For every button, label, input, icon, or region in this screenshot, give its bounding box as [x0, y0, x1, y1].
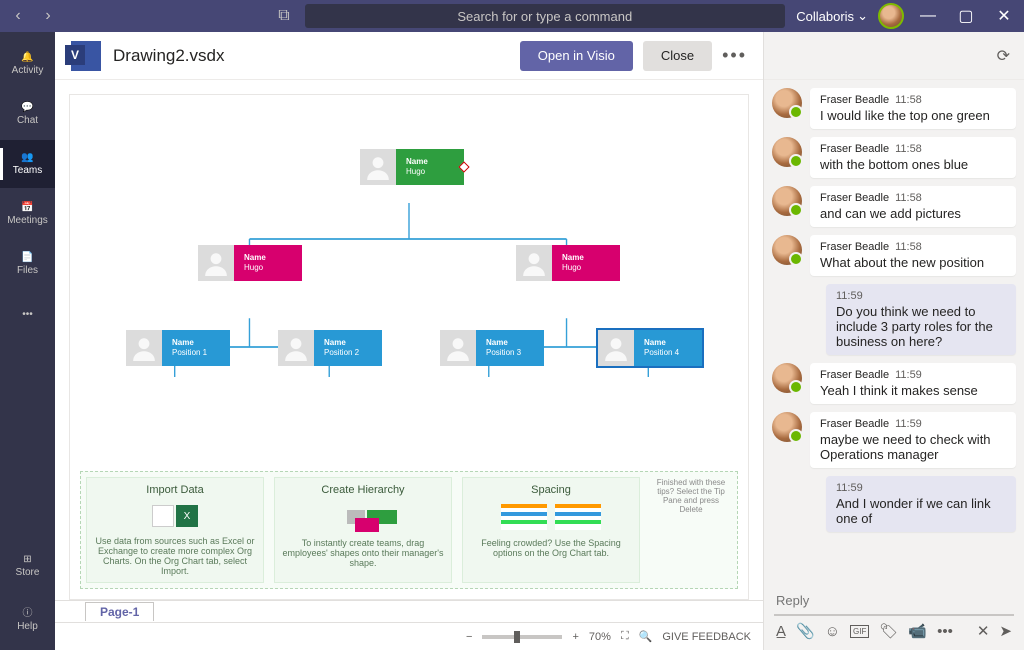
close-button[interactable]: Close [643, 41, 712, 71]
fit-page-icon[interactable]: ⛶ [621, 630, 629, 643]
chat-message[interactable]: 11:59Do you think we need to include 3 p… [772, 284, 1016, 355]
more-compose-icon[interactable]: ••• [937, 623, 953, 640]
reply-input[interactable] [774, 587, 1014, 616]
org-node-p4[interactable]: NamePosition 4 [598, 330, 702, 366]
teams-icon: 👥 [21, 152, 33, 163]
rail-teams[interactable]: 👥Teams [0, 140, 55, 188]
zoom-slider[interactable] [482, 635, 562, 639]
status-bar: − + 70% ⛶ 🔍 GIVE FEEDBACK [55, 622, 763, 650]
org-node-l2b[interactable]: NameHugo [516, 245, 620, 281]
back-icon[interactable]: ‹ [6, 4, 30, 28]
zoom-level: 70% [589, 631, 611, 643]
files-icon: 📄 [21, 252, 33, 263]
visio-canvas[interactable]: NameHugo NameHugo NameHugo [69, 94, 749, 600]
tips-close-hint: Finished with these tips? Select the Tip… [645, 472, 737, 588]
help-icon: ⓘ [23, 604, 33, 619]
more-button[interactable]: ••• [722, 45, 747, 66]
chat-message[interactable]: Fraser Beadle11:59maybe we need to check… [772, 412, 1016, 468]
tip-spacing: Spacing Feeling crowded? Use the Spacing… [462, 477, 640, 583]
org-node-p1[interactable]: NamePosition 1 [126, 330, 230, 366]
chat-message[interactable]: Fraser Beadle11:58I would like the top o… [772, 88, 1016, 129]
tips-pane[interactable]: Import Data X Use data from sources such… [80, 471, 738, 589]
chat-icon: 💬 [21, 102, 33, 113]
org-switcher[interactable]: Collaboris ⌄ [796, 8, 868, 24]
user-avatar[interactable] [878, 3, 904, 29]
org-node-p2[interactable]: NamePosition 2 [278, 330, 382, 366]
person-icon [440, 330, 476, 366]
tip-import: Import Data X Use data from sources such… [86, 477, 264, 583]
meet-icon[interactable]: 📹 [908, 622, 927, 640]
messages-list[interactable]: Fraser Beadle11:58I would like the top o… [764, 80, 1024, 579]
rail-help[interactable]: ⓘHelp [0, 594, 55, 642]
close-icon[interactable]: ✕ [990, 2, 1018, 30]
rail-meetings[interactable]: 📅Meetings [0, 190, 55, 238]
chat-pane: ⟳ Fraser Beadle11:58I would like the top… [764, 32, 1024, 650]
avatar [772, 186, 802, 216]
store-icon: ⊞ [23, 554, 31, 565]
minimize-icon[interactable]: — [914, 2, 942, 30]
calendar-icon: 📅 [21, 202, 33, 213]
format-icon[interactable]: A̲ [776, 623, 786, 640]
emoji-icon[interactable]: ☺ [825, 623, 840, 640]
zoom-in-icon[interactable]: + [572, 631, 578, 643]
avatar [772, 235, 802, 265]
rail-more[interactable]: ••• [0, 290, 55, 338]
gif-icon[interactable]: GIF [850, 625, 869, 638]
org-node-l2a[interactable]: NameHugo [198, 245, 302, 281]
discard-icon[interactable]: ✕ [977, 622, 990, 640]
chat-message[interactable]: Fraser Beadle11:59Yeah I think it makes … [772, 363, 1016, 404]
titlebar: ‹ › ⧉ Search for or type a command Colla… [0, 0, 1024, 32]
maximize-icon[interactable]: ▢ [952, 2, 980, 30]
person-icon [516, 245, 552, 281]
expand-chat-icon[interactable]: ⟳ [997, 46, 1010, 66]
document-title: Drawing2.vsdx [113, 46, 225, 66]
avatar [772, 137, 802, 167]
rail-chat[interactable]: 💬Chat [0, 90, 55, 138]
rail-activity[interactable]: 🔔Activity [0, 40, 55, 88]
zoom-out-icon[interactable]: − [466, 631, 472, 643]
rail-files[interactable]: 📄Files [0, 240, 55, 288]
chevron-down-icon: ⌄ [857, 8, 868, 24]
bell-icon: 🔔 [21, 52, 33, 63]
attach-icon[interactable]: 📎 [796, 622, 815, 640]
org-node-p3[interactable]: NamePosition 3 [440, 330, 544, 366]
visio-icon [71, 41, 101, 71]
document-pane: Drawing2.vsdx Open in Visio Close ••• [55, 32, 764, 650]
chat-message[interactable]: Fraser Beadle11:58with the bottom ones b… [772, 137, 1016, 178]
search-input[interactable]: Search for or type a command [305, 4, 785, 28]
chat-message[interactable]: Fraser Beadle11:58What about the new pos… [772, 235, 1016, 276]
person-icon [126, 330, 162, 366]
app-rail: 🔔Activity 💬Chat 👥Teams 📅Meetings 📄Files … [0, 32, 55, 650]
avatar [772, 363, 802, 393]
more-icon: ••• [22, 309, 33, 320]
chat-message[interactable]: Fraser Beadle11:58and can we add picture… [772, 186, 1016, 227]
org-node-top[interactable]: NameHugo [360, 149, 464, 185]
chat-message[interactable]: 11:59And I wonder if we can link one of [772, 476, 1016, 532]
tip-hierarchy: Create Hierarchy To instantly create tea… [274, 477, 452, 583]
avatar [772, 88, 802, 118]
sticker-icon[interactable]: 🏷 [879, 622, 898, 640]
forward-icon[interactable]: › [36, 4, 60, 28]
popout-icon[interactable]: ⧉ [272, 4, 296, 28]
feedback-link[interactable]: GIVE FEEDBACK [662, 631, 751, 643]
person-icon [198, 245, 234, 281]
fit-width-icon[interactable]: 🔍 [639, 630, 653, 643]
open-in-visio-button[interactable]: Open in Visio [520, 41, 633, 71]
send-icon[interactable]: ➤ [999, 622, 1012, 640]
person-icon [598, 330, 634, 366]
page-tab-1[interactable]: Page-1 [85, 602, 154, 621]
person-icon [360, 149, 396, 185]
person-icon [278, 330, 314, 366]
page-tabs: Page-1 [55, 600, 763, 622]
avatar [772, 412, 802, 442]
rail-store[interactable]: ⊞Store [0, 542, 55, 590]
